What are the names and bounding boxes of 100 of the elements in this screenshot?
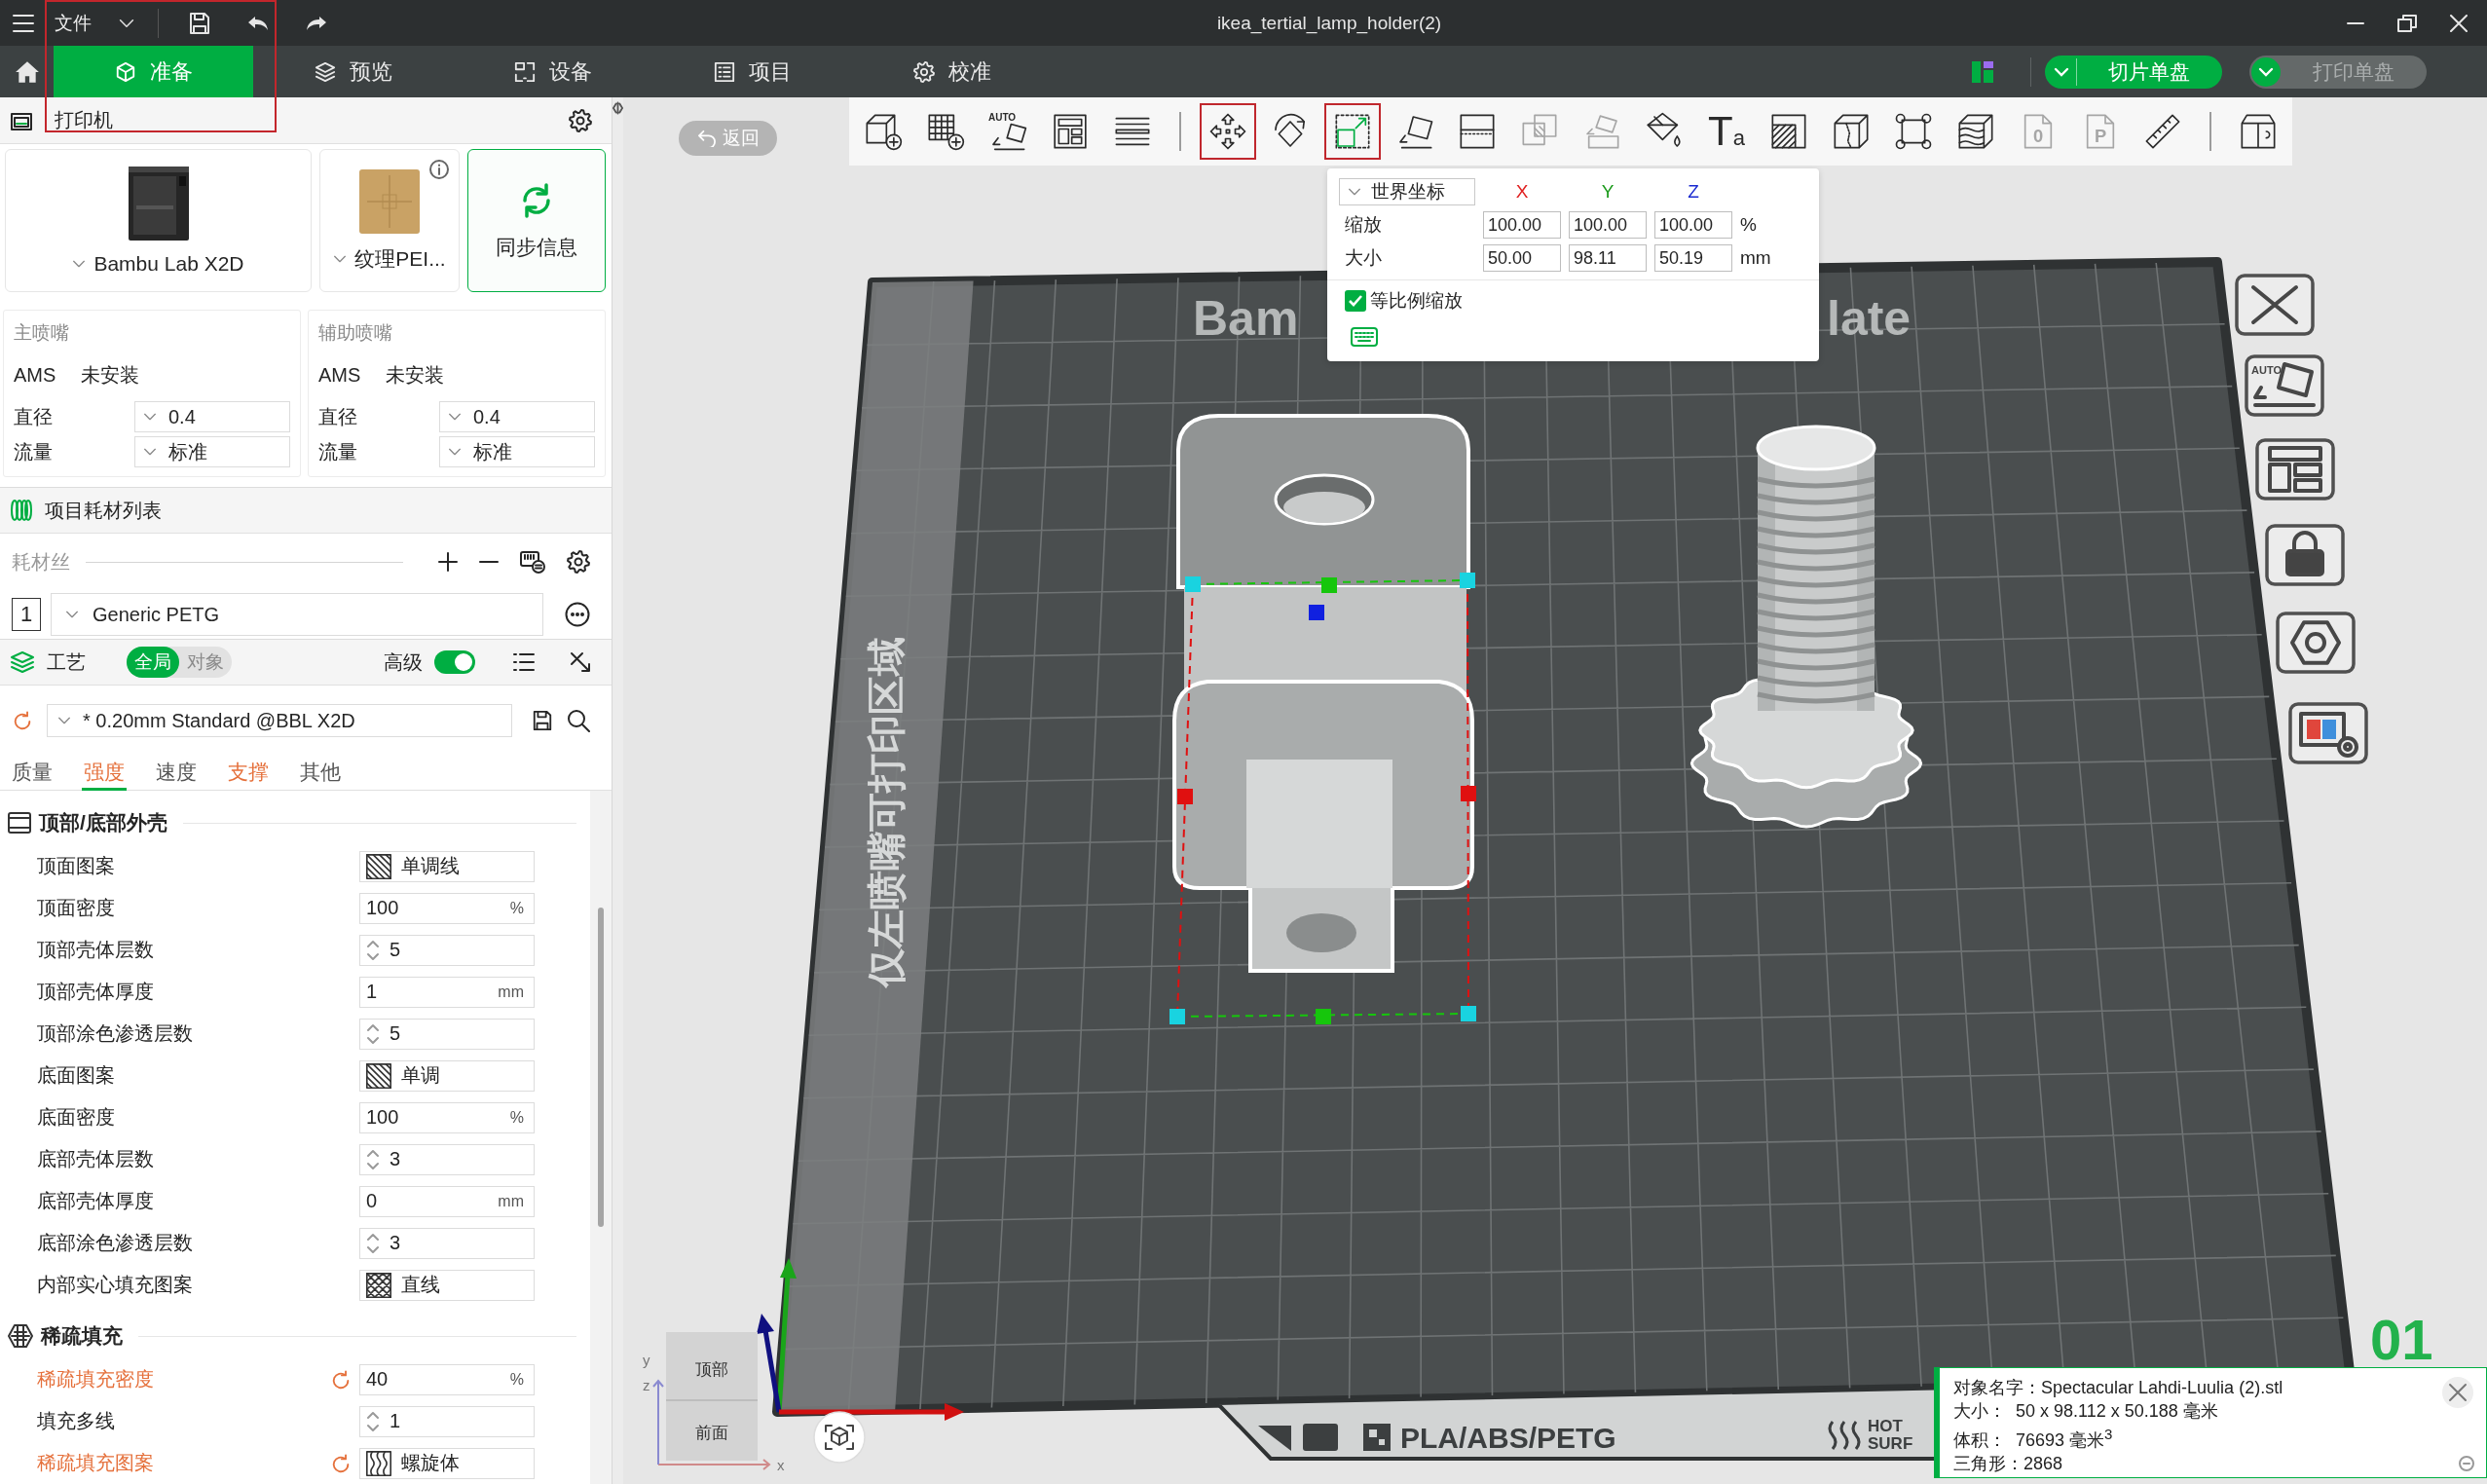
gizmo-handle[interactable] — [1460, 573, 1475, 588]
number-input[interactable]: 98.11 — [1569, 244, 1647, 272]
settings-tab[interactable]: 速度 — [154, 756, 199, 791]
gizmo-handle[interactable] — [1309, 605, 1324, 620]
gizmo-handle[interactable] — [1316, 1009, 1331, 1024]
spin-field[interactable]: 1 — [359, 1405, 535, 1437]
spinner-icon[interactable] — [366, 1021, 380, 1046]
scrollbar[interactable] — [590, 791, 612, 1484]
gizmo-handle[interactable] — [1169, 1009, 1185, 1024]
compare-icon[interactable] — [569, 650, 592, 674]
caret-icon — [119, 18, 134, 28]
undo-icon[interactable] — [246, 14, 270, 32]
view-cube[interactable] — [665, 1332, 759, 1461]
list-icon[interactable] — [512, 652, 536, 672]
number-input[interactable]: 50.19 — [1654, 244, 1732, 272]
reset-icon[interactable] — [330, 1452, 352, 1474]
pattern-dropdown[interactable]: 单调线 — [359, 850, 535, 882]
restore-icon[interactable] — [2397, 14, 2417, 32]
sync-button[interactable]: 同步信息 — [467, 149, 606, 292]
caret-icon[interactable] — [2251, 56, 2281, 87]
settings-tab[interactable]: 质量 — [10, 756, 55, 791]
toggle-switch[interactable] — [434, 650, 475, 674]
minimize-icon[interactable] — [2347, 20, 2364, 25]
camera-button[interactable] — [813, 1411, 866, 1464]
layers-icon — [10, 650, 35, 674]
lock-icon[interactable] — [2265, 524, 2345, 586]
redo-icon[interactable] — [305, 14, 328, 32]
spin-field[interactable]: 5 — [359, 1018, 535, 1050]
arrange-icon[interactable] — [2255, 438, 2335, 501]
gizmo-handle[interactable] — [1321, 577, 1337, 593]
number-field[interactable]: 1 mm — [359, 976, 535, 1008]
gear-icon[interactable] — [569, 108, 592, 132]
reset-icon[interactable] — [330, 1368, 352, 1391]
spinner-icon[interactable] — [366, 1147, 380, 1171]
spinner-icon[interactable] — [366, 938, 380, 962]
gizmo-handle[interactable] — [1461, 1006, 1476, 1021]
auto-orient-icon[interactable]: AUTO — [2245, 354, 2324, 417]
number-input[interactable]: 100.00 — [1569, 211, 1647, 239]
spin-field[interactable]: 3 — [359, 1227, 535, 1259]
field-label: 流量 — [318, 439, 358, 464]
nav-tab[interactable]: 校准 — [852, 46, 1052, 97]
tool-button[interactable]: AUTO — [980, 103, 1036, 160]
gizmo-handle[interactable] — [1185, 576, 1201, 592]
diameter-dropdown[interactable]: 0.4 — [134, 401, 290, 432]
reset-icon[interactable] — [12, 710, 33, 731]
minus-icon[interactable] — [479, 560, 499, 564]
gear-icon[interactable] — [567, 550, 590, 574]
close-icon[interactable] — [2235, 274, 2315, 336]
number-field[interactable]: 100 % — [359, 892, 535, 924]
spinner-icon[interactable] — [366, 1409, 380, 1433]
swap-icon[interactable] — [520, 550, 545, 574]
wavy-lines-icon — [366, 1450, 391, 1476]
nav-tab[interactable]: 设备 — [453, 46, 652, 97]
undo-icon — [696, 130, 717, 147]
panel-layout-icon[interactable] — [1972, 60, 1993, 83]
filament-swatch[interactable]: 1 — [12, 598, 41, 631]
flow-dropdown[interactable]: 标准 — [134, 436, 290, 467]
section-title: 打印机 — [55, 108, 113, 132]
gizmo-handle[interactable] — [1177, 789, 1193, 804]
home-icon[interactable] — [14, 59, 40, 84]
spinner-icon[interactable] — [366, 1231, 380, 1255]
menu-icon[interactable] — [12, 13, 35, 33]
spin-field[interactable]: 3 — [359, 1143, 535, 1175]
flow-dropdown[interactable]: 标准 — [439, 436, 595, 467]
nav-tab[interactable]: 项目 — [652, 46, 852, 97]
number-input[interactable]: 50.00 — [1483, 244, 1561, 272]
printer-selector[interactable]: Bambu Lab X2D — [5, 149, 312, 292]
tool-button[interactable] — [1200, 103, 1256, 160]
number-field[interactable]: 0 mm — [359, 1185, 535, 1217]
number-input[interactable]: 100.00 — [1654, 211, 1732, 239]
zone-label: 仅左喷嘴可打印区域 — [864, 637, 908, 988]
keyboard-icon[interactable] — [1351, 327, 1378, 347]
spin-field[interactable]: 5 — [359, 934, 535, 966]
save-icon[interactable] — [188, 11, 211, 35]
gizmo-handle[interactable] — [1461, 786, 1476, 801]
number-field[interactable]: 100 % — [359, 1101, 535, 1133]
tool-button[interactable] — [1324, 103, 1381, 160]
pattern-dropdown[interactable]: 螺旋体 — [359, 1447, 535, 1479]
more-icon[interactable] — [565, 602, 590, 627]
nav-tab[interactable]: 预览 — [253, 46, 453, 97]
plate-selector[interactable]: 纹理PEI... — [319, 149, 460, 292]
paint-screen-icon[interactable] — [2288, 702, 2368, 764]
pattern-dropdown[interactable]: 直线 — [359, 1269, 535, 1301]
move-icon — [1208, 112, 1247, 151]
list-icon — [713, 60, 735, 83]
number-field[interactable]: 40 % — [359, 1363, 535, 1395]
pattern-dropdown[interactable]: 单调 — [359, 1059, 535, 1092]
file-menu[interactable]: 文件 — [55, 10, 134, 36]
filament-dropdown[interactable]: Generic PETG — [51, 593, 543, 636]
preset-dropdown[interactable]: * 0.20mm Standard @BBL X2D — [47, 704, 512, 737]
checkbox[interactable] — [1345, 290, 1366, 312]
search-icon[interactable] — [567, 709, 590, 732]
settings-tab[interactable]: 其他 — [298, 756, 343, 791]
info-icon[interactable] — [429, 160, 449, 179]
plus-icon[interactable] — [438, 552, 458, 572]
coordinate-dropdown[interactable]: 世界坐标 — [1339, 178, 1475, 205]
diameter-dropdown[interactable]: 0.4 — [439, 401, 595, 432]
collapse-icon[interactable] — [612, 101, 623, 115]
number-input[interactable]: 100.00 — [1483, 211, 1561, 239]
save-icon[interactable] — [532, 710, 553, 731]
